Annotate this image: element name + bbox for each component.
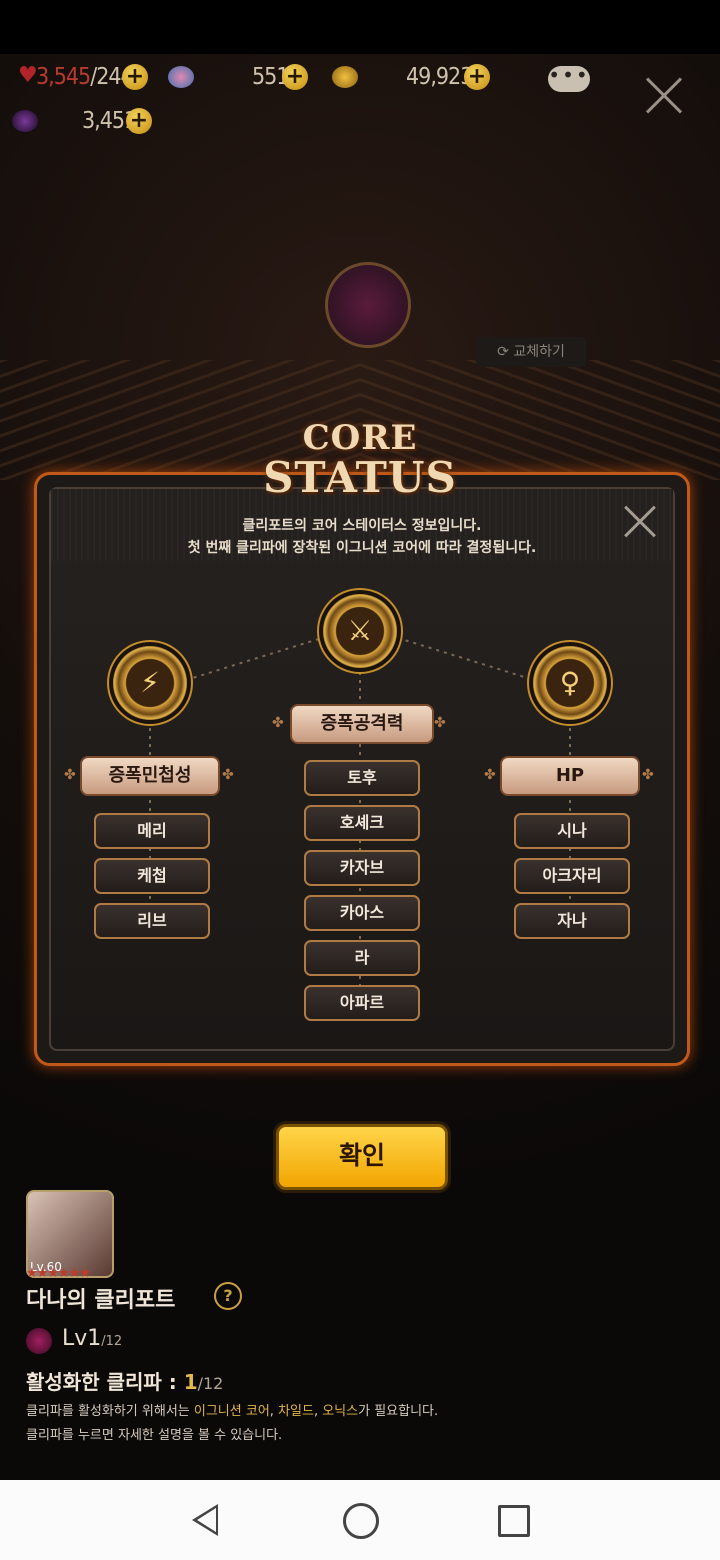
qlipha-slot[interactable]: 케첩 [94,858,210,894]
character-name: 다나의 클리포트 [26,1288,176,1313]
recent-apps-icon[interactable] [498,1505,530,1537]
qlipha-slot[interactable]: 시나 [514,813,630,849]
qlipha-slot[interactable]: 아크자리 [514,858,630,894]
ornament-icon: ✤ [272,715,284,731]
qlipha-slot[interactable]: 메리 [94,813,210,849]
character-avatar[interactable]: Lv.60 [26,1190,114,1278]
human-body-icon: ♀ [559,666,581,699]
help-icon[interactable]: ? [214,1282,242,1310]
lightning-icon: ⚡ [140,666,160,699]
home-icon[interactable] [343,1503,379,1539]
ornament-icon: ✤ [64,767,76,783]
attack-medal: ⚔ [323,594,397,668]
confirm-button[interactable]: 확인 [276,1124,448,1190]
hp-medal: ♀ [533,646,607,720]
back-icon[interactable] [192,1504,218,1536]
active-qlipha-count: 활성화한 클리파 : 1/12 [26,1370,224,1394]
ornament-icon: ✤ [434,715,446,731]
star-rating: ★★★★★★ [26,1266,91,1281]
stat-hp-label: HP [500,756,640,796]
stat-agility-label: 증폭민첩성 [80,756,220,796]
core-level: Lv1/12 [62,1326,123,1351]
hint-text: 클리파를 누르면 자세한 설명을 볼 수 있습니다. [26,1428,283,1443]
ornament-icon: ✤ [222,767,234,783]
qlipha-slot[interactable]: 라 [304,940,420,976]
ornament-icon: ✤ [484,767,496,783]
qlipha-slot[interactable]: 카아스 [304,895,420,931]
stat-attack-label: 증폭공격력 [290,704,434,744]
core-level-icon [26,1328,52,1354]
qlipha-slot[interactable]: 아파르 [304,985,420,1021]
qlipha-slot[interactable]: 카자브 [304,850,420,886]
agility-medal: ⚡ [113,646,187,720]
qlipha-slot[interactable]: 자나 [514,903,630,939]
ornament-icon: ✤ [642,767,654,783]
requirement-text: 클리파를 활성화하기 위해서는 이그니션 코어, 차일드, 오닉스가 필요합니다… [26,1404,439,1419]
qlipha-slot[interactable]: 리브 [94,903,210,939]
qlipha-slot[interactable]: 토후 [304,760,420,796]
crossed-swords-icon: ⚔ [347,614,373,647]
qlipha-slot[interactable]: 호셰크 [304,805,420,841]
